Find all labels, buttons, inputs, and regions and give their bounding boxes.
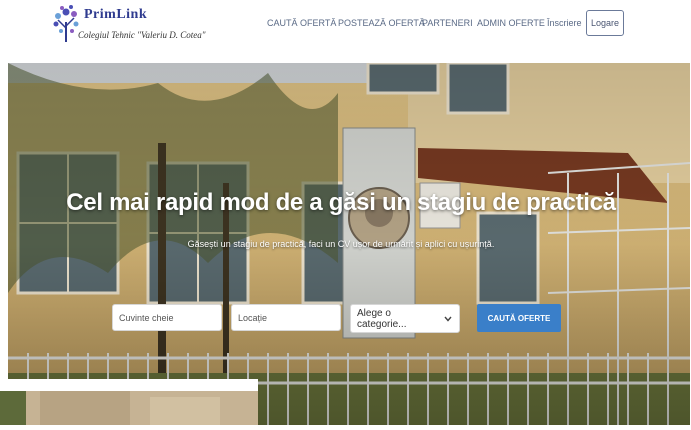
chevron-down-icon (444, 316, 452, 322)
nav-partners[interactable]: PARTENERI (422, 0, 473, 46)
login-button[interactable]: Logare (586, 10, 624, 36)
brand-subtitle: Colegiul Tehnic "Valeriu D. Cotea" (78, 30, 206, 40)
location-input[interactable]: Locație (231, 304, 341, 331)
brand-logo[interactable]: PrimLink Colegiul Tehnic "Valeriu D. Cot… (52, 4, 206, 46)
thumbnail-image (0, 379, 258, 425)
site-header: PrimLink Colegiul Tehnic "Valeriu D. Cot… (0, 0, 691, 62)
hero-title: Cel mai rapid mod de a găsi un stagiu de… (66, 189, 616, 216)
category-select-value: Alege o categorie... (357, 307, 407, 330)
search-offers-button[interactable]: CAUTĂ OFERTE (477, 304, 561, 332)
category-select[interactable]: Alege o categorie... (350, 304, 460, 333)
hero-subtitle: Găsești un stagiu de practică, faci un C… (187, 239, 495, 249)
nav-signup-label[interactable]: Înscriere (547, 18, 582, 28)
nav-admin-offers[interactable]: ADMIN OFERTE (477, 0, 545, 46)
nav-post-offer-label[interactable]: POSTEAZĂ OFERTĂ (338, 18, 425, 28)
nav-signup[interactable]: Înscriere (547, 0, 582, 46)
nav-find-offer-label[interactable]: CAUTĂ OFERTĂ (267, 18, 336, 28)
featured-thumbnail (0, 379, 258, 425)
brand-name: PrimLink (84, 7, 148, 22)
nav-find-offer[interactable]: CAUTĂ OFERTĂ (267, 0, 336, 46)
keywords-input[interactable]: Cuvinte cheie (112, 304, 222, 331)
nav-post-offer[interactable]: POSTEAZĂ OFERTĂ (338, 0, 425, 46)
nav-partners-label[interactable]: PARTENERI (422, 18, 473, 28)
nav-admin-offers-label[interactable]: ADMIN OFERTE (477, 18, 545, 28)
hero-section: Cel mai rapid mod de a găsi un stagiu de… (8, 63, 690, 425)
